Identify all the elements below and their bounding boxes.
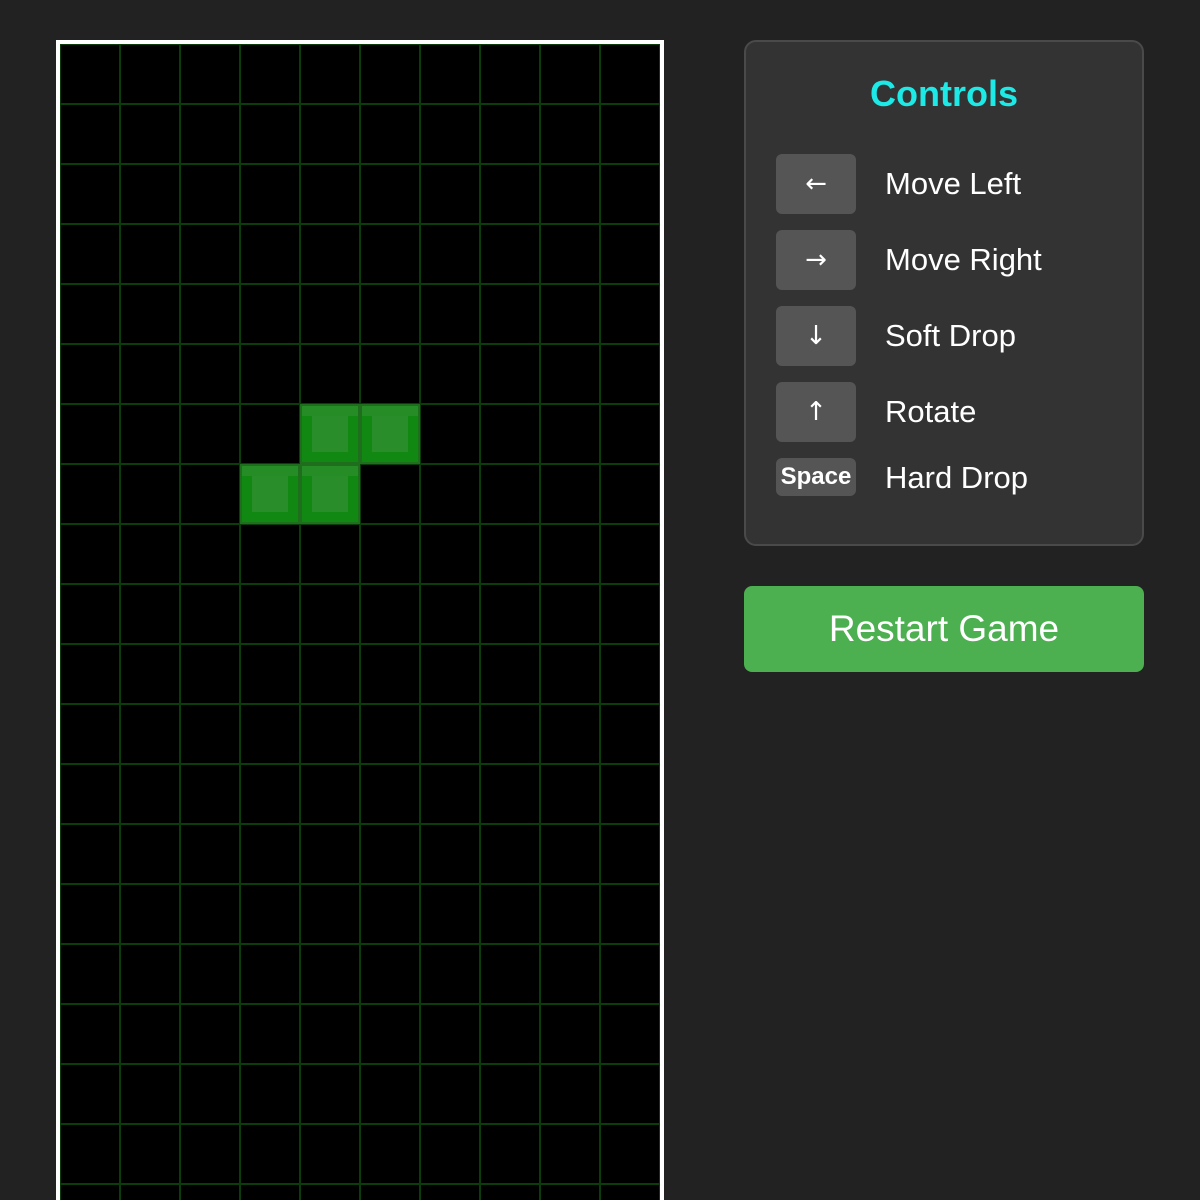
control-label-move-left: Move Left xyxy=(885,166,1022,201)
control-row-move-left: ← Move Left xyxy=(776,154,1116,214)
control-label-soft-drop: Soft Drop xyxy=(885,318,1016,353)
control-row-soft-drop: ↓ Soft Drop xyxy=(776,306,1116,366)
space-key: Space xyxy=(776,458,856,496)
board-canvas xyxy=(60,44,660,1200)
arrow-right-icon: → xyxy=(776,230,856,290)
control-label-move-right: Move Right xyxy=(885,242,1042,277)
piece-block xyxy=(300,404,360,464)
control-row-move-right: → Move Right xyxy=(776,230,1116,290)
control-label-hard-drop: Hard Drop xyxy=(885,460,1028,495)
game-board[interactable] xyxy=(56,40,664,1200)
restart-game-button[interactable]: Restart Game xyxy=(744,586,1144,672)
arrow-down-icon: ↓ xyxy=(776,306,856,366)
control-label-rotate: Rotate xyxy=(885,394,977,429)
control-row-rotate: ↑ Rotate xyxy=(776,382,1116,442)
piece-block xyxy=(240,464,300,524)
piece-block xyxy=(360,404,420,464)
piece-block xyxy=(300,464,360,524)
controls-title: Controls xyxy=(870,73,1018,114)
control-row-hard-drop: Space Hard Drop xyxy=(776,448,1116,508)
board-grid xyxy=(60,44,660,1200)
arrow-left-icon: ← xyxy=(776,154,856,214)
arrow-up-icon: ↑ xyxy=(776,382,856,442)
game-screen: Controls ← Move Left → Move Right ↓ Soft… xyxy=(0,0,1200,1200)
controls-panel: Controls ← Move Left → Move Right ↓ Soft… xyxy=(744,40,1144,546)
active-piece xyxy=(240,404,420,524)
